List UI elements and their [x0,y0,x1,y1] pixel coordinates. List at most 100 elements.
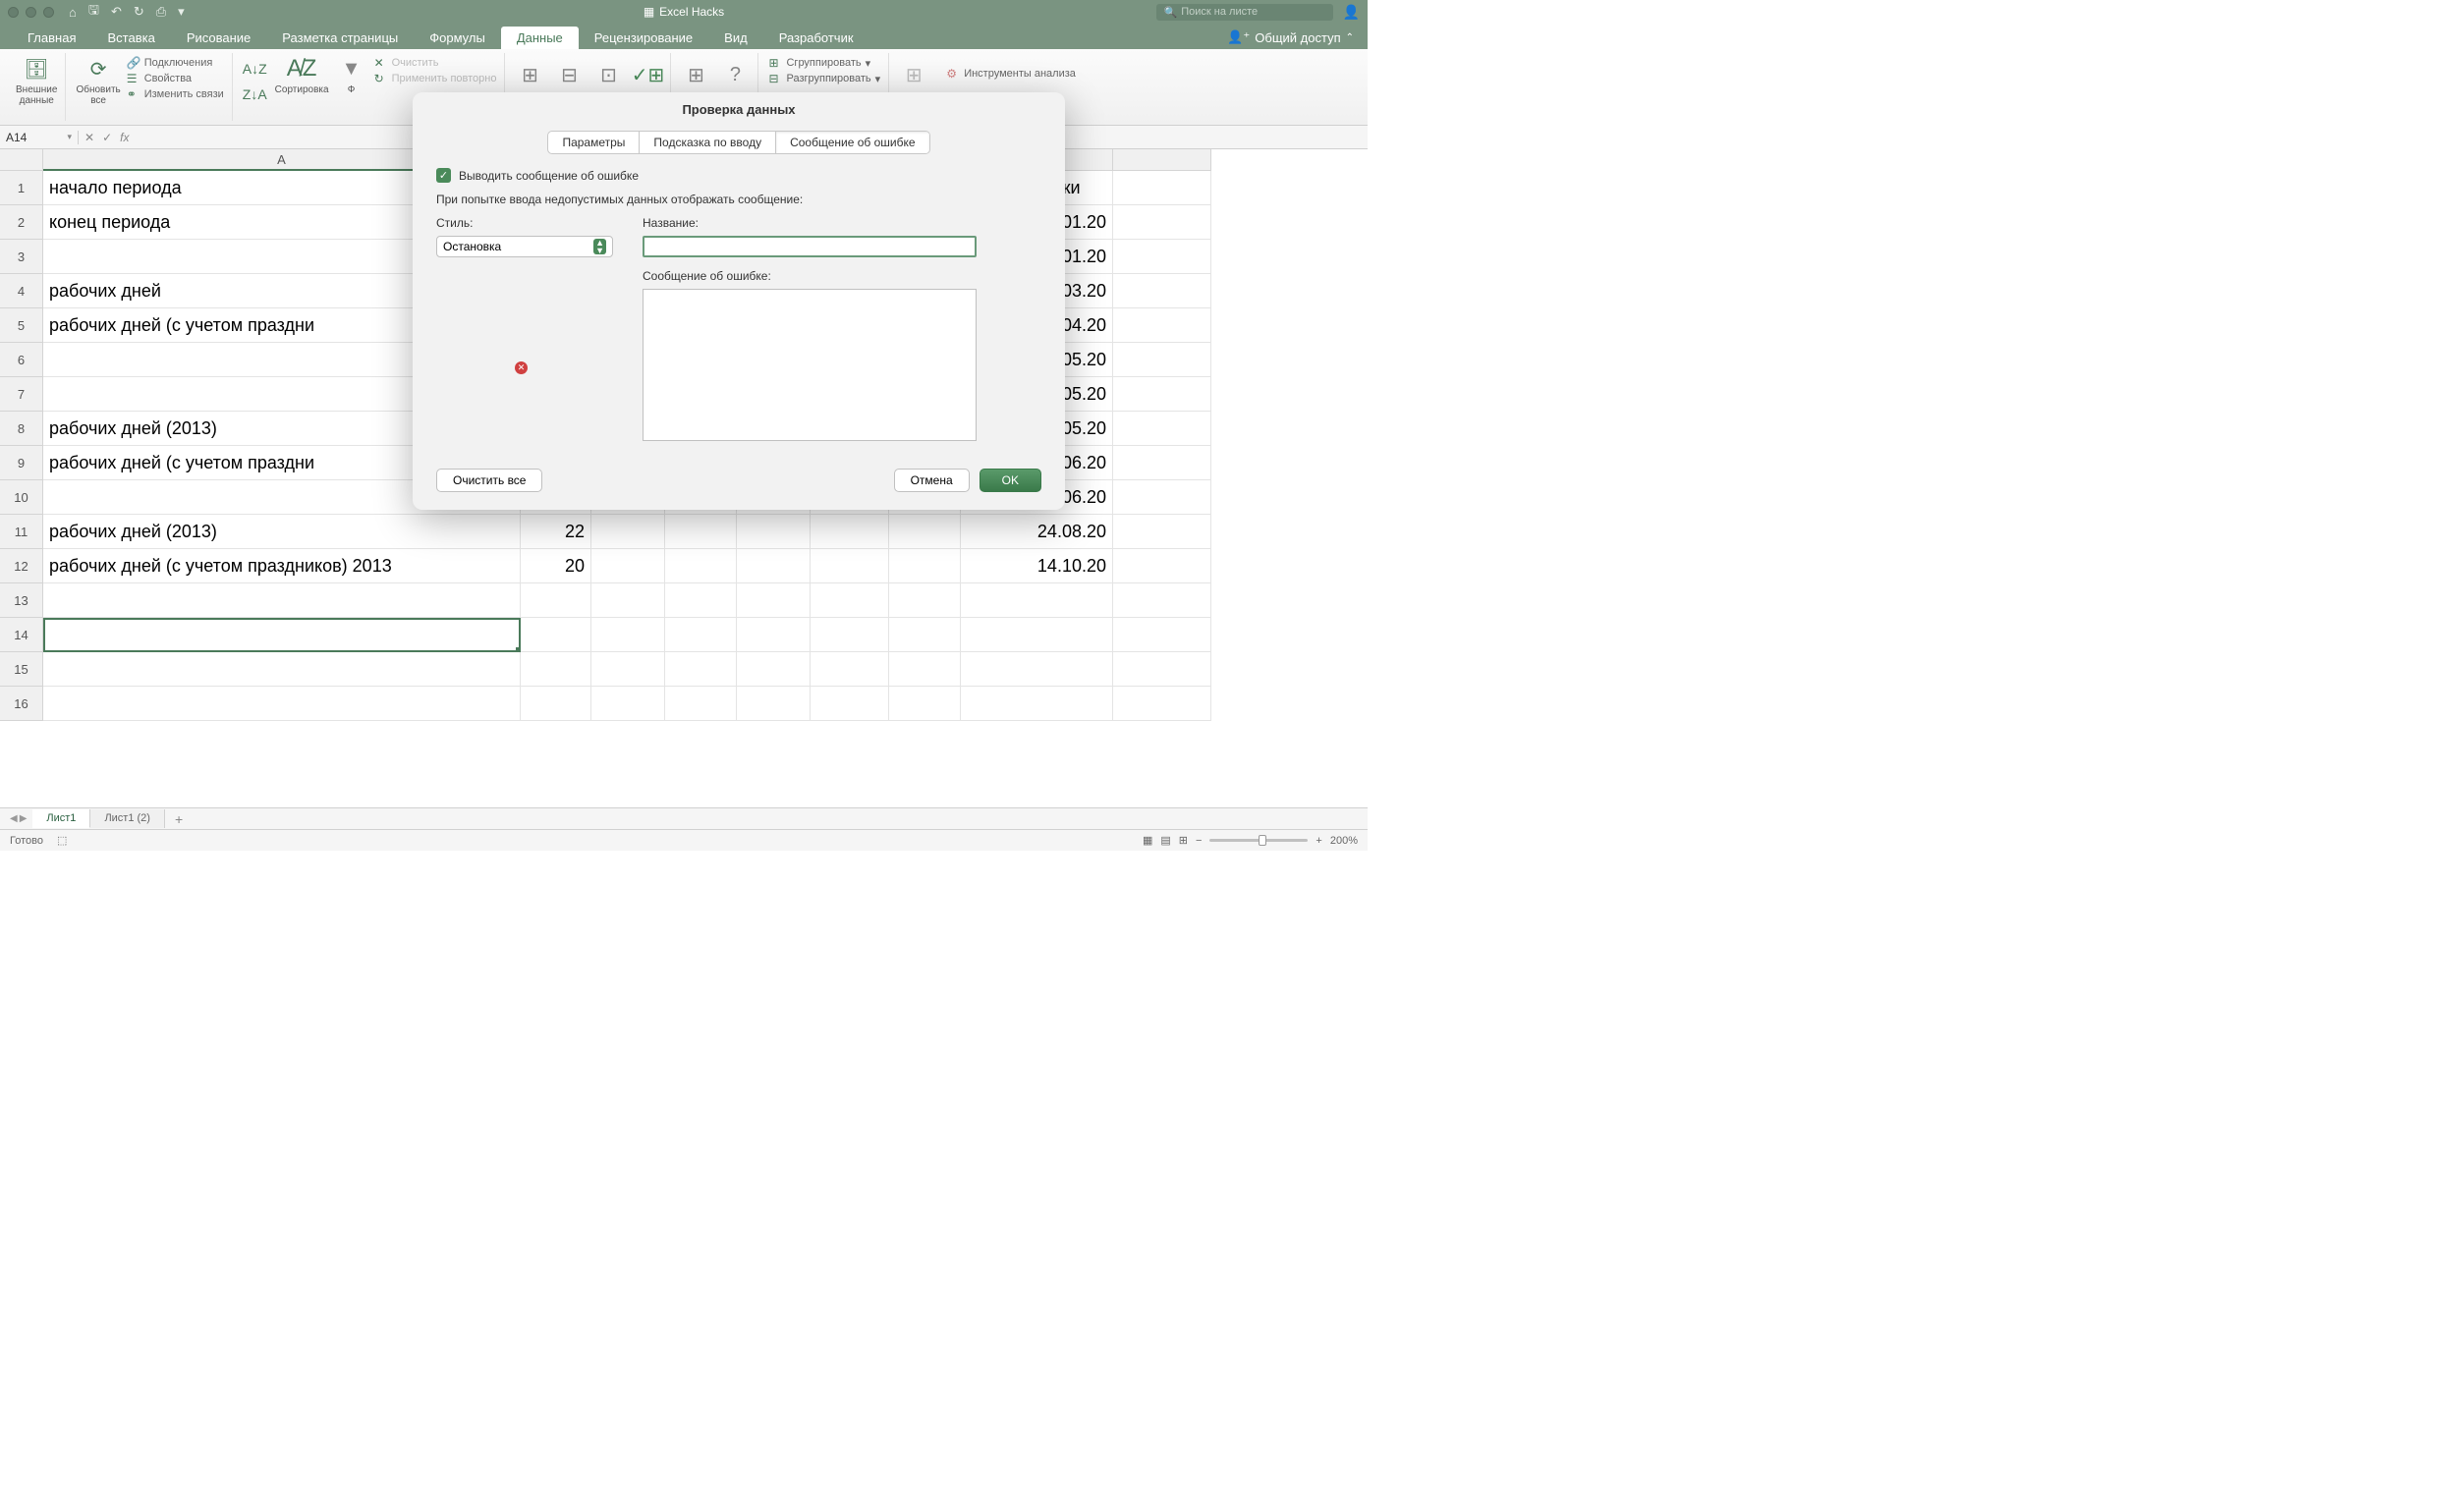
cell-B12[interactable]: 20 [521,549,591,583]
cell-C11[interactable] [591,515,665,549]
view-page-layout-icon[interactable]: ▤ [1160,834,1170,847]
cell-I14[interactable] [1113,618,1211,652]
refresh-all-button[interactable]: ⟳ Обновить все [76,53,120,106]
cell-H12[interactable]: 14.10.20 [961,549,1113,583]
row-header-15[interactable]: 15 [0,652,43,687]
tab-разметка страницы[interactable]: Разметка страницы [266,27,414,49]
ungroup-button[interactable]: ⊟Разгруппировать ▾ [768,72,880,85]
cell-E15[interactable] [737,652,811,687]
row-header-1[interactable]: 1 [0,171,43,205]
cell-I12[interactable] [1113,549,1211,583]
cell-F16[interactable] [811,687,889,721]
analysis-tools-button[interactable]: ⚙Инструменты анализа [946,53,1076,81]
row-header-2[interactable]: 2 [0,205,43,240]
cell-I11[interactable] [1113,515,1211,549]
cell-I3[interactable] [1113,240,1211,274]
cell-I6[interactable] [1113,343,1211,377]
what-if-button[interactable]: ? [720,61,750,88]
cell-B14[interactable] [521,618,591,652]
cell-D13[interactable] [665,583,737,618]
cell-C14[interactable] [591,618,665,652]
cell-I2[interactable] [1113,205,1211,240]
view-page-break-icon[interactable]: ⊞ [1179,834,1188,847]
tab-формулы[interactable]: Формулы [414,27,501,49]
tab-рецензирование[interactable]: Рецензирование [579,27,708,49]
cell-F12[interactable] [811,549,889,583]
cell-I15[interactable] [1113,652,1211,687]
dialog-tab-2[interactable]: Сообщение об ошибке [776,132,928,153]
cell-I10[interactable] [1113,480,1211,515]
filter-button[interactable]: ▼ Ф [337,53,366,95]
row-header-9[interactable]: 9 [0,446,43,480]
accept-formula-icon[interactable]: ✓ [102,131,112,144]
cell-I16[interactable] [1113,687,1211,721]
dialog-tab-1[interactable]: Подсказка по вводу [640,132,776,153]
error-title-input[interactable] [643,236,977,257]
cell-I1[interactable] [1113,171,1211,205]
cell-D16[interactable] [665,687,737,721]
remove-duplicates-button[interactable]: ⊡ [593,61,623,88]
home-icon[interactable]: ⌂ [69,5,77,20]
cell-G11[interactable] [889,515,961,549]
cell-E11[interactable] [737,515,811,549]
row-header-8[interactable]: 8 [0,412,43,446]
reapply-filter-button[interactable]: ↻Применить повторно [374,72,497,85]
customize-icon[interactable]: ▾ [178,4,185,20]
row-header-10[interactable]: 10 [0,480,43,515]
connections-button[interactable]: 🔗Подключения [127,56,224,70]
cell-I5[interactable] [1113,308,1211,343]
subtotal-button[interactable]: ⊞ [899,61,928,88]
properties-button[interactable]: ☰Свойства [127,72,224,85]
view-normal-icon[interactable]: ▦ [1143,834,1152,847]
group-button[interactable]: ⊞Сгруппировать ▾ [768,56,880,70]
data-validation-button[interactable]: ✓⊞ [633,61,662,88]
cell-E16[interactable] [737,687,811,721]
ok-button[interactable]: OK [980,469,1041,492]
cancel-formula-icon[interactable]: ✕ [84,131,94,144]
cell-E14[interactable] [737,618,811,652]
dialog-tab-0[interactable]: Параметры [548,132,640,153]
edit-links-button[interactable]: ⚭Изменить связи [127,87,224,101]
row-header-6[interactable]: 6 [0,343,43,377]
cell-A13[interactable] [43,583,521,618]
cell-I7[interactable] [1113,377,1211,412]
cell-F13[interactable] [811,583,889,618]
fx-icon[interactable]: fx [120,131,129,144]
cell-A14[interactable] [43,618,521,652]
cell-H15[interactable] [961,652,1113,687]
cell-I9[interactable] [1113,446,1211,480]
cell-C13[interactable] [591,583,665,618]
row-header-11[interactable]: 11 [0,515,43,549]
zoom-level[interactable]: 200% [1330,835,1358,847]
sheet-nav-next[interactable]: ▶ [20,813,28,824]
sheet-nav-prev[interactable]: ◀ [10,813,18,824]
save-icon[interactable]: 🖫 [88,1,99,23]
cell-E12[interactable] [737,549,811,583]
row-header-13[interactable]: 13 [0,583,43,618]
sort-button[interactable]: A̸Z Сортировка [275,53,329,95]
share-button[interactable]: 👤⁺ Общий доступ ⌃ [1213,26,1368,49]
cell-D12[interactable] [665,549,737,583]
consolidate-button[interactable]: ⊞ [681,61,710,88]
style-select[interactable]: Остановка ▲▼ [436,236,613,257]
zoom-in-button[interactable]: + [1316,835,1321,847]
row-header-7[interactable]: 7 [0,377,43,412]
redo-icon[interactable]: ↻ [134,4,144,20]
cell-D14[interactable] [665,618,737,652]
cell-E13[interactable] [737,583,811,618]
close-window-button[interactable] [8,7,19,18]
cell-G14[interactable] [889,618,961,652]
tab-главная[interactable]: Главная [12,27,91,49]
user-icon[interactable]: 👤 [1343,4,1360,21]
sort-desc-button[interactable]: Z↓A [243,86,267,102]
cell-A15[interactable] [43,652,521,687]
error-message-textarea[interactable] [643,289,977,441]
zoom-slider[interactable] [1209,839,1308,842]
sort-asc-button[interactable]: A↓Z [243,61,267,77]
cell-B16[interactable] [521,687,591,721]
tab-рисование[interactable]: Рисование [171,27,266,49]
print-icon[interactable]: ⎙ [156,4,166,20]
cell-C16[interactable] [591,687,665,721]
cell-F15[interactable] [811,652,889,687]
zoom-out-button[interactable]: − [1196,835,1202,847]
